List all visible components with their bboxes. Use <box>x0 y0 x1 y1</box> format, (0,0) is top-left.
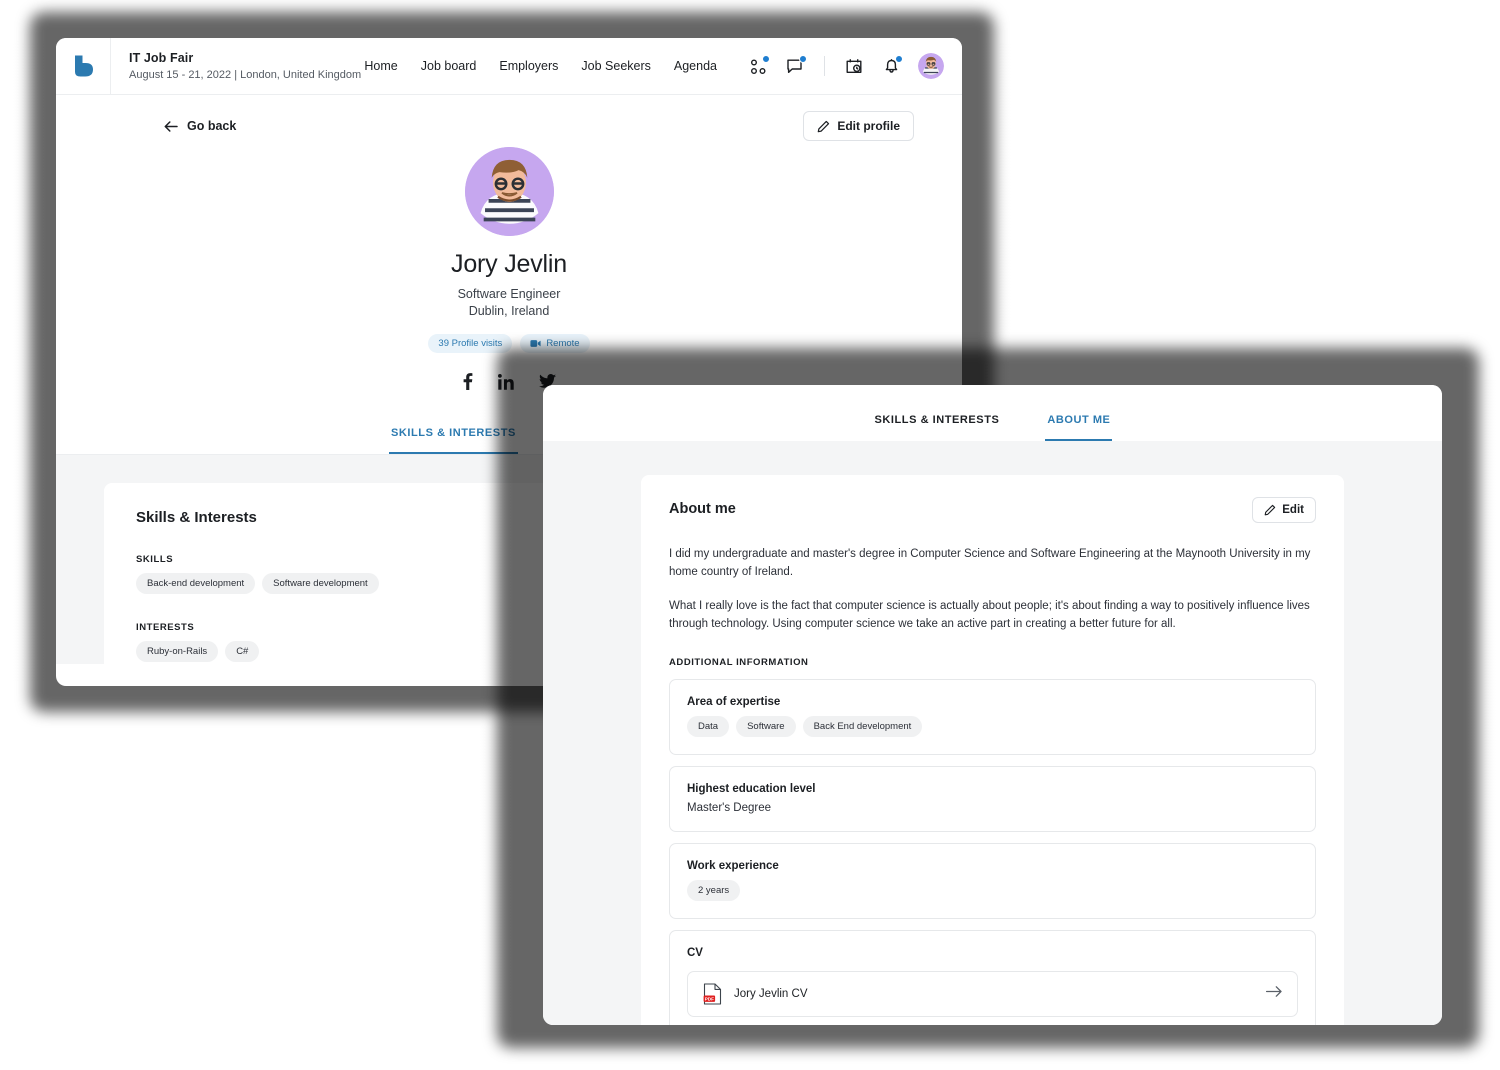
cv-box: CV PDF Jory Jevlin CV <box>669 930 1316 1025</box>
about-content-area: About me Edit I did my undergraduate and… <box>543 441 1442 1025</box>
edit-label: Edit <box>1282 504 1304 516</box>
notification-dot <box>895 55 903 63</box>
tab-skills-interests[interactable]: SKILLS & INTERESTS <box>873 408 1002 441</box>
chip-interest[interactable]: Ruby-on-Rails <box>136 641 219 662</box>
profile-location: Dublin, Ireland <box>468 304 550 318</box>
nav-link-employers[interactable]: Employers <box>499 59 558 73</box>
area-of-expertise-box: Area of expertise Data Software Back End… <box>669 679 1316 755</box>
video-camera-icon <box>530 340 541 347</box>
chat-bubble-icon[interactable] <box>785 55 807 76</box>
facebook-icon[interactable] <box>463 373 473 395</box>
svg-text:PDF: PDF <box>705 996 714 1001</box>
cv-file-row[interactable]: PDF Jory Jevlin CV <box>687 971 1298 1017</box>
notification-bell-icon[interactable] <box>881 55 903 76</box>
nav-divider <box>824 56 825 76</box>
about-me-window: SKILLS & INTERESTS ABOUT ME About me Edi… <box>543 385 1442 1025</box>
nav-link-agenda[interactable]: Agenda <box>674 59 717 73</box>
nav-link-job-seekers[interactable]: Job Seekers <box>581 59 650 73</box>
profile-tabs-front: SKILLS & INTERESTS ABOUT ME <box>543 385 1442 441</box>
edit-profile-button[interactable]: Edit profile <box>803 111 914 141</box>
about-card-header: About me Edit <box>669 497 1316 523</box>
chip-expertise[interactable]: Software <box>736 716 796 737</box>
chip-interest[interactable]: C# <box>225 641 260 662</box>
work-chip-row: 2 years <box>687 880 1298 901</box>
pencil-icon <box>818 120 830 132</box>
education-level-box: Highest education level Master's Degree <box>669 766 1316 832</box>
chip-skill[interactable]: Software development <box>262 573 379 594</box>
arrow-left-icon <box>164 120 178 132</box>
about-paragraph: What I really love is the fact that comp… <box>669 600 1310 630</box>
main-nav: Home Job board Employers Job Seekers Age… <box>364 53 944 79</box>
event-title: IT Job Fair <box>129 50 194 65</box>
education-title: Highest education level <box>687 783 816 795</box>
edit-about-button[interactable]: Edit <box>1252 497 1316 523</box>
work-title: Work experience <box>687 860 779 872</box>
nav-link-home[interactable]: Home <box>364 59 397 73</box>
event-meta: August 15 - 21, 2022 | London, United Ki… <box>129 68 362 81</box>
education-value: Master's Degree <box>687 802 772 814</box>
event-info: IT Job Fair August 15 - 21, 2022 | Londo… <box>111 50 361 83</box>
leaf-logo-icon <box>75 55 93 77</box>
about-me-card: About me Edit I did my undergraduate and… <box>641 475 1344 1025</box>
nav-link-job-board[interactable]: Job board <box>421 59 477 73</box>
expertise-title: Area of expertise <box>687 696 781 708</box>
edit-profile-label: Edit profile <box>837 119 900 133</box>
top-navigation-bar: IT Job Fair August 15 - 21, 2022 | Londo… <box>56 38 962 95</box>
schedule-calendar-icon[interactable] <box>844 56 864 76</box>
tab-about-me[interactable]: ABOUT ME <box>1045 408 1113 441</box>
work-experience-box: Work experience 2 years <box>669 843 1316 919</box>
chip-skill[interactable]: Back-end development <box>136 573 256 594</box>
cv-title: CV <box>687 947 703 959</box>
nav-icon-group <box>748 53 944 79</box>
avatar[interactable] <box>918 53 944 79</box>
networking-dots-icon[interactable] <box>748 55 770 76</box>
chip-expertise[interactable]: Back End development <box>802 716 923 737</box>
page-actions: Go back Edit profile <box>56 95 962 141</box>
chip-expertise[interactable]: Data <box>687 716 730 737</box>
cv-file-name: Jory Jevlin CV <box>734 988 808 1000</box>
avatar[interactable] <box>464 147 554 236</box>
additional-information-label: ADDITIONAL INFORMATION <box>669 657 809 668</box>
pencil-icon <box>1264 504 1276 516</box>
profile-visits-label: 39 Profile visits <box>438 338 503 349</box>
status-badge-profile-visits: 39 Profile visits <box>428 334 513 353</box>
profile-role: Software Engineer <box>457 287 561 301</box>
page-title: Jory Jevlin <box>451 250 567 278</box>
notification-dot <box>799 55 807 63</box>
expertise-chip-row: Data Software Back End development <box>687 716 1298 737</box>
go-back-button[interactable]: Go back <box>164 119 236 133</box>
about-card-title: About me <box>669 501 736 517</box>
pdf-file-icon: PDF <box>703 983 722 1005</box>
chip-work-experience[interactable]: 2 years <box>687 880 741 901</box>
arrow-right-icon <box>1265 985 1282 1003</box>
about-paragraph: I did my undergraduate and master's degr… <box>669 548 1311 578</box>
go-back-label: Go back <box>187 119 237 133</box>
brand-logo-container[interactable] <box>56 38 111 95</box>
notification-dot <box>762 55 770 63</box>
